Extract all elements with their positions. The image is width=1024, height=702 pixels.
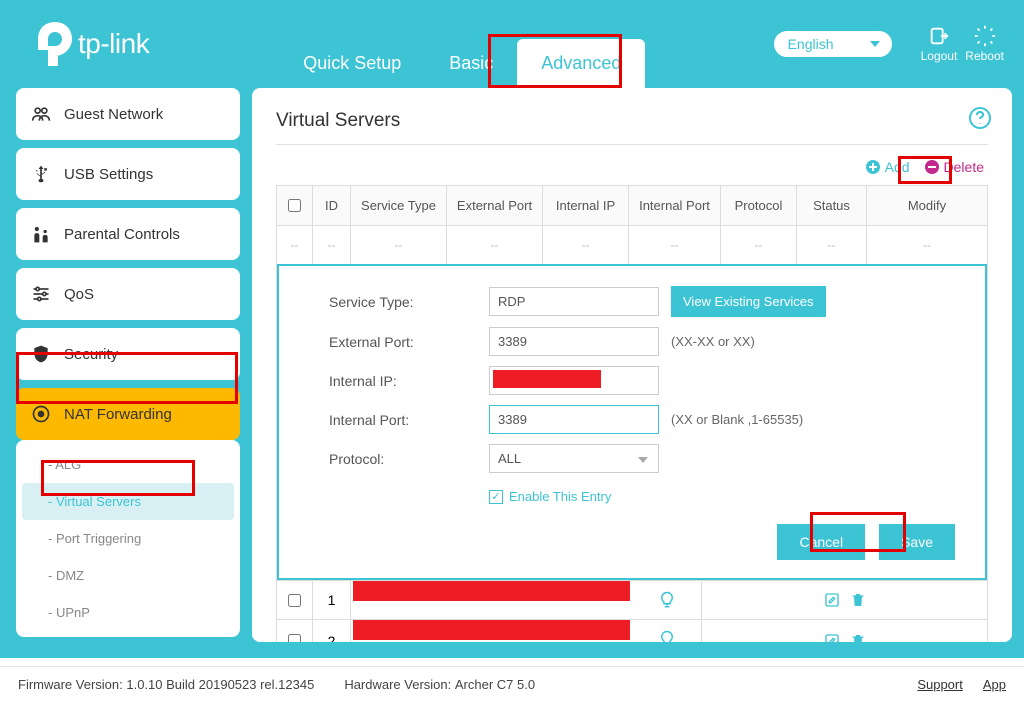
qos-icon [30, 283, 52, 305]
enable-entry-checkbox[interactable]: ✓ Enable This Entry [489, 483, 955, 504]
select-protocol[interactable]: ALL [489, 444, 659, 473]
cancel-button[interactable]: Cancel [777, 524, 865, 560]
sidebar-subnav: - ALG - Virtual Servers - Port Triggerin… [16, 440, 240, 637]
reboot-button[interactable]: Reboot [965, 25, 1004, 63]
subnav-virtual-servers[interactable]: - Virtual Servers [22, 483, 234, 520]
select-all-checkbox[interactable] [288, 199, 301, 212]
hint-internal-port: (XX or Blank ,1-65535) [671, 412, 803, 427]
view-existing-button[interactable]: View Existing Services [671, 286, 826, 317]
edit-icon[interactable] [824, 592, 840, 608]
edit-icon[interactable] [824, 633, 840, 643]
redacted-row [353, 620, 630, 640]
row-checkbox[interactable] [288, 594, 301, 607]
sidebar-item-nat[interactable]: NAT Forwarding [16, 388, 240, 440]
th-external-port: External Port [447, 186, 543, 225]
input-internal-ip[interactable] [489, 366, 659, 395]
plus-icon [865, 159, 881, 175]
nat-icon [30, 403, 52, 425]
th-protocol: Protocol [721, 186, 797, 225]
th-internal-ip: Internal IP [543, 186, 629, 225]
trash-icon[interactable] [850, 633, 866, 643]
parental-icon [30, 223, 52, 245]
th-service-type: Service Type [351, 186, 447, 225]
shield-icon [30, 343, 52, 365]
hw-value: Archer C7 5.0 [455, 677, 535, 692]
th-status: Status [797, 186, 867, 225]
checkbox-icon: ✓ [489, 490, 503, 504]
footer: Firmware Version: 1.0.10 Build 20190523 … [0, 666, 1024, 702]
label-service-type: Service Type: [329, 294, 489, 310]
app-link[interactable]: App [983, 677, 1006, 692]
tplink-icon [38, 22, 72, 66]
label-internal-port: Internal Port: [329, 412, 489, 428]
hint-external-port: (XX-XX or XX) [671, 334, 755, 349]
label-internal-ip: Internal IP: [329, 373, 489, 389]
fw-value: 1.0.10 Build 20190523 rel.12345 [126, 677, 314, 692]
reboot-icon [974, 25, 996, 47]
add-button[interactable]: Add [865, 159, 910, 175]
sidebar: Guest Network USB Settings Parental Cont… [16, 88, 240, 642]
row-checkbox[interactable] [288, 634, 301, 642]
save-button[interactable]: Save [879, 524, 955, 560]
row-id: 1 [313, 581, 351, 619]
logout-button[interactable]: Logout [921, 25, 958, 63]
brand-text: tp-link [78, 28, 149, 60]
subnav-dmz[interactable]: - DMZ [16, 557, 240, 594]
table-row: 2 [277, 619, 987, 642]
tab-basic[interactable]: Basic [425, 39, 517, 88]
guest-icon [30, 103, 52, 125]
sidebar-item-qos[interactable]: QoS [16, 268, 240, 320]
hw-label: Hardware Version: [344, 677, 451, 692]
add-entry-form: Service Type: View Existing Services Ext… [277, 264, 987, 580]
label-external-port: External Port: [329, 334, 489, 350]
subnav-alg[interactable]: - ALG [16, 446, 240, 483]
language-select[interactable]: English [773, 30, 893, 58]
page-title: Virtual Servers [276, 110, 988, 145]
table-row: 1 [277, 580, 987, 619]
subnav-port-triggering[interactable]: - Port Triggering [16, 520, 240, 557]
sidebar-item-parental[interactable]: Parental Controls [16, 208, 240, 260]
bulb-icon[interactable] [658, 591, 676, 609]
sidebar-item-security[interactable]: Security [16, 328, 240, 380]
row-id: 2 [313, 620, 351, 642]
input-service-type[interactable] [489, 287, 659, 316]
subnav-upnp[interactable]: - UPnP [16, 594, 240, 631]
fw-label: Firmware Version: [18, 677, 123, 692]
th-id: ID [313, 186, 351, 225]
logout-icon [928, 25, 950, 47]
sidebar-item-usb[interactable]: USB Settings [16, 148, 240, 200]
bulb-disabled-icon[interactable] [658, 630, 676, 642]
th-internal-port: Internal Port [629, 186, 721, 225]
tab-quick-setup[interactable]: Quick Setup [279, 39, 425, 88]
minus-icon [924, 159, 940, 175]
sidebar-item-guest[interactable]: Guest Network [16, 88, 240, 140]
delete-button[interactable]: Delete [924, 159, 984, 175]
tab-advanced[interactable]: Advanced [517, 39, 645, 88]
redacted-row [353, 581, 630, 601]
input-external-port[interactable] [489, 327, 659, 356]
th-modify: Modify [867, 186, 987, 225]
main-panel: Virtual Servers Add Delete ID Service Ty… [252, 88, 1012, 642]
input-internal-port[interactable] [489, 405, 659, 434]
label-protocol: Protocol: [329, 451, 489, 467]
trash-icon[interactable] [850, 592, 866, 608]
help-icon[interactable] [968, 106, 992, 133]
virtual-servers-table: ID Service Type External Port Internal I… [276, 185, 988, 642]
usb-icon [30, 163, 52, 185]
support-link[interactable]: Support [917, 677, 963, 692]
logo: tp-link [38, 22, 149, 66]
redacted-ip [493, 370, 601, 388]
